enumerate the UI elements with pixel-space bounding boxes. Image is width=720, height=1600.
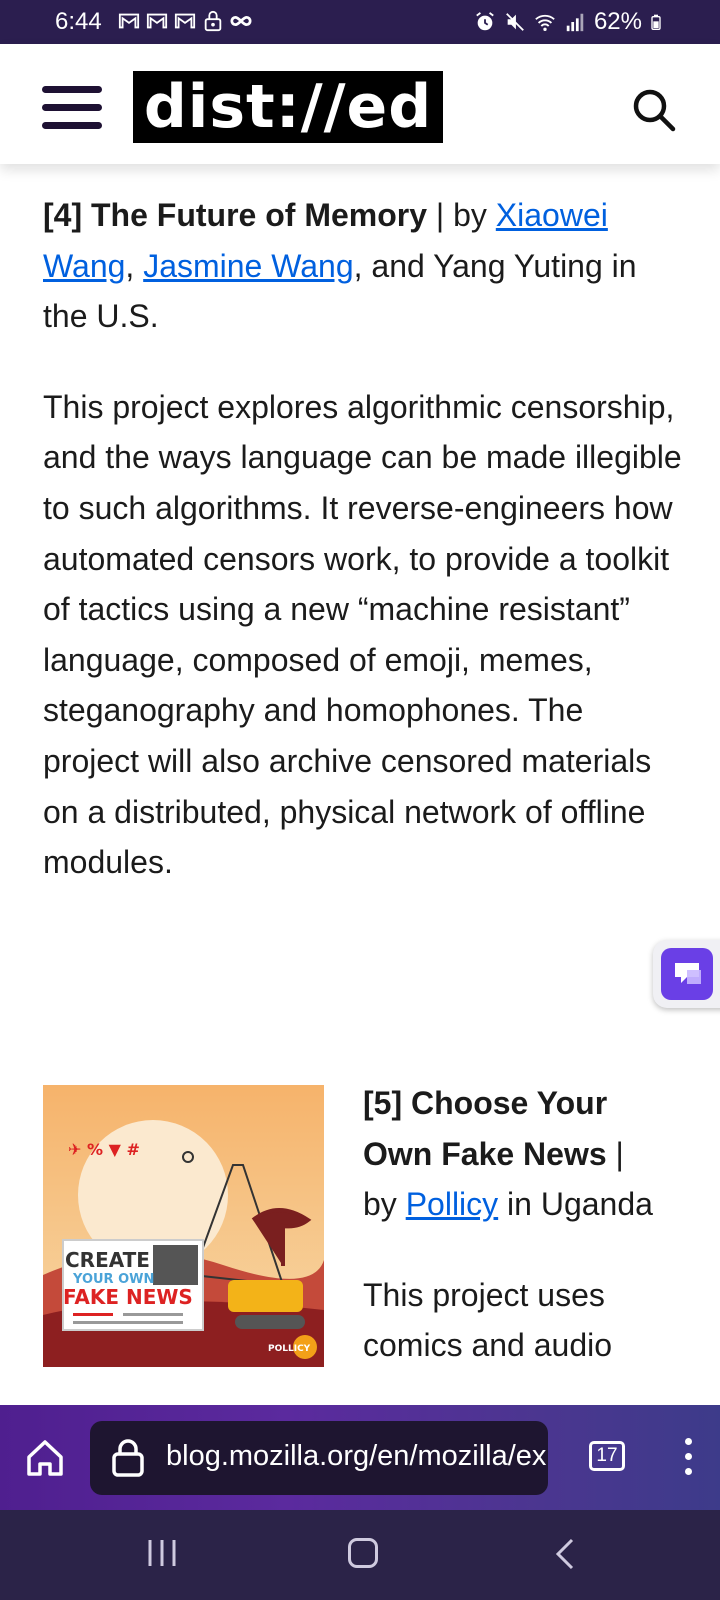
status-bar: 6:44 62% (0, 0, 720, 44)
gmail-icon (174, 13, 196, 29)
lock-notification-icon (204, 10, 222, 32)
entry-description: This project explores algorithmic censor… (43, 388, 682, 881)
url-text: blog.mozilla.org/en/mozilla/ex (166, 1440, 546, 1472)
more-vertical-icon (684, 1438, 692, 1445)
gmail-icon (118, 13, 140, 29)
system-navigation-bar (0, 1510, 720, 1600)
entry-heading: [5] Choose Your Own Fake News | by Polli… (363, 1085, 653, 1223)
battery-percent: 62% (593, 8, 642, 35)
status-time: 6:44 (55, 8, 102, 35)
lock-icon (112, 1439, 144, 1477)
address-bar[interactable]: blog.mozilla.org/en/mozilla/ex (90, 1421, 548, 1495)
wifi-icon (535, 14, 555, 31)
author-link-pollicy[interactable]: Pollicy (406, 1186, 498, 1222)
menu-button[interactable] (42, 86, 102, 132)
home-nav-button[interactable] (348, 1538, 378, 1568)
notification-icons (118, 10, 252, 32)
illustration-brand: POLLICY (268, 1344, 311, 1354)
reader-tools-icon (661, 948, 713, 1000)
fake-news-illustration: ✈ % ▼ # CREATE YOUR OWN FAKE NEWS POLLIC… (43, 1085, 324, 1367)
entry-description: This project uses comics and audio (363, 1276, 613, 1364)
article-body: [4] The Future of Memory | by Xiaowei Wa… (43, 190, 683, 888)
browser-toolbar: blog.mozilla.org/en/mozilla/ex 17 (0, 1405, 720, 1510)
floating-action-button[interactable] (653, 940, 720, 1008)
back-icon[interactable] (554, 1538, 576, 1570)
entry-5-text: [5] Choose Your Own Fake News | by Polli… (363, 1078, 663, 1371)
site-logo[interactable]: dist://ed (133, 71, 443, 143)
illustration-text-fake-news: FAKE NEWS (63, 1285, 193, 1309)
entry-title: [5] Choose Your Own Fake News (363, 1085, 608, 1172)
entry-heading: [4] The Future of Memory | by Xiaowei Wa… (43, 197, 637, 335)
infinity-icon (230, 15, 252, 27)
recent-apps-icon[interactable] (146, 1538, 178, 1568)
signal-icon (566, 13, 584, 32)
entry-byline: | by (427, 197, 496, 233)
home-icon[interactable] (24, 1437, 66, 1479)
battery-icon (651, 14, 661, 30)
entry-location: in Uganda (498, 1186, 653, 1223)
hamburger-icon (42, 86, 102, 93)
search-icon[interactable] (630, 86, 678, 134)
mute-icon (506, 13, 524, 31)
alarm-icon (476, 12, 494, 31)
author-link-jasmine-wang[interactable]: Jasmine Wang (143, 248, 353, 284)
tabs-counter-button[interactable]: 17 (589, 1441, 625, 1471)
illustration-text-create: CREATE (65, 1248, 150, 1272)
site-header: dist://ed (0, 44, 720, 164)
svg-text:✈ % ▼ #: ✈ % ▼ # (68, 1140, 140, 1159)
gmail-icon (146, 13, 168, 29)
entry-title: [4] The Future of Memory (43, 197, 428, 233)
system-icons: 62% (474, 8, 666, 36)
overflow-menu-button[interactable] (682, 1438, 694, 1480)
